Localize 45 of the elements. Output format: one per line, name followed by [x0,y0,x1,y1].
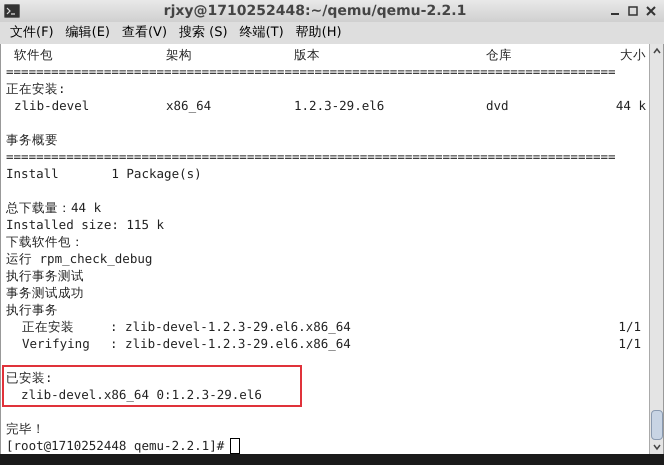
terminal-line: Installed size: 115 k [6,216,164,233]
table-cell: dvd [486,97,509,114]
task-detail: : zlib-devel-1.2.3-29.el6.x86_64 [110,335,351,352]
separator-line: ================================================================================= [6,148,616,165]
table-cell-text: 大小 [619,46,646,63]
task-counter: 1/1 [618,318,642,335]
maximize-icon[interactable] [628,6,638,16]
task-label: 正在安装 [22,318,75,335]
shell-prompt: [root@1710252448 qemu-2.2.1]# [6,437,224,454]
table-cell: 架构 [166,46,192,63]
cursor-icon [230,438,240,454]
menu-item[interactable]: 文件(F) [10,23,54,43]
scrollbar-thumb[interactable] [650,410,662,440]
task-detail: : zlib-devel-1.2.3-29.el6.x86_64 [110,318,351,335]
menu-item[interactable]: 终端(T) [240,23,284,43]
table-cell-text: 软件包 [13,46,53,63]
terminal-line: 事务概要 [6,131,58,148]
terminal-line: 已安装: [6,369,53,386]
table-cell: 仓库 [486,46,512,63]
terminal-line: 执行事务测试 [6,267,84,284]
terminal-line: 总下载量：44 k [6,199,102,216]
terminal-line: 执行事务 [6,301,58,318]
window-title: rjxy@1710252448:~/qemu/qemu-2.2.1 [162,2,468,20]
table-cell: x86_64 [166,97,212,114]
menu-item[interactable]: 查看(V) [122,23,168,43]
terminal-line: 正在安装: [6,80,66,97]
task-counter: 1/1 [618,335,642,352]
terminal-icon [4,4,20,18]
table-cell-text: zlib-devel [13,97,90,114]
scrollbar[interactable] [649,44,663,454]
table-cell-text: 44 k [614,97,646,114]
task-label: Verifying [22,335,91,352]
separator-line: ================================================================================= [6,63,616,80]
terminal-line: Install 1 Package(s) [6,165,202,182]
terminal-line: 完毕！ [6,420,45,437]
terminal-line: zlib-devel.x86_64 0:1.2.3-29.el6 [20,386,262,403]
table-cell: 版本 [294,46,320,63]
menu-item[interactable]: 搜索 (S) [179,23,228,43]
terminal-line: 下载软件包： [6,233,84,250]
menu-item[interactable]: 编辑(E) [66,23,110,43]
close-icon[interactable] [646,6,656,16]
table-cell: 1.2.3-29.el6 [294,97,384,114]
terminal-line: 运行 rpm_check_debug [6,250,152,267]
terminal-line: 事务测试成功 [6,284,84,301]
menu-item[interactable]: 帮助(H) [296,23,342,43]
